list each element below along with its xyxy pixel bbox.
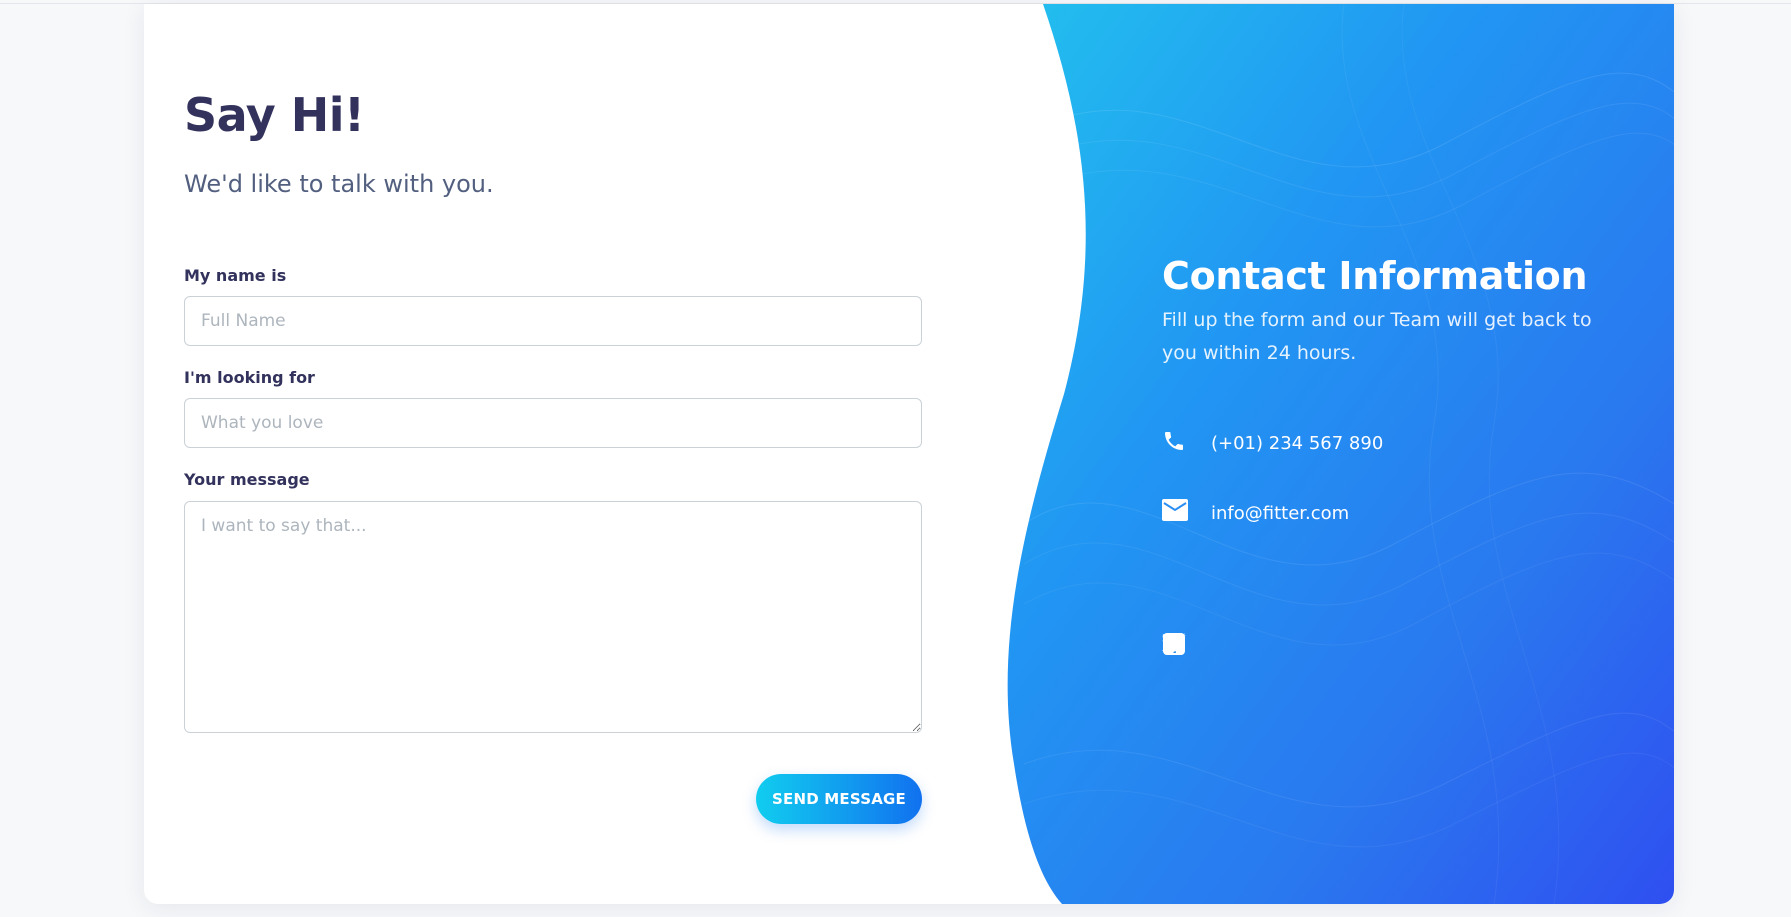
phone-number: (+01) 234 567 890 — [1211, 432, 1384, 454]
contact-title: Contact Information — [1162, 254, 1588, 298]
page-title: Say Hi! — [184, 88, 365, 142]
looking-for-label: I'm looking for — [184, 368, 315, 387]
contact-info: Contact Information Fill up the form and… — [1162, 4, 1642, 904]
instagram-icon[interactable] — [1163, 632, 1377, 658]
message-textarea[interactable] — [184, 501, 922, 733]
page-subtitle: We'd like to talk with you. — [184, 170, 494, 198]
email-row[interactable]: info@fitter.com — [1162, 499, 1349, 527]
looking-for-input[interactable] — [184, 398, 922, 448]
name-label: My name is — [184, 266, 287, 285]
contact-form: Say Hi! We'd like to talk with you. My n… — [184, 4, 924, 904]
contact-card: Contact Information Fill up the form and… — [144, 4, 1674, 904]
social-links — [1162, 632, 1414, 658]
email-address: info@fitter.com — [1211, 502, 1350, 524]
message-label: Your message — [184, 470, 310, 489]
full-name-input[interactable] — [184, 296, 922, 346]
contact-description: Fill up the form and our Team will get b… — [1162, 309, 1592, 364]
send-message-button[interactable]: SEND MESSAGE — [756, 774, 922, 824]
phone-row[interactable]: (+01) 234 567 890 — [1162, 429, 1383, 457]
dribbble-icon[interactable] — [1163, 632, 1314, 658]
phone-icon — [1162, 429, 1190, 457]
twitter-icon[interactable] — [1162, 632, 1251, 658]
envelope-icon — [1162, 499, 1190, 527]
